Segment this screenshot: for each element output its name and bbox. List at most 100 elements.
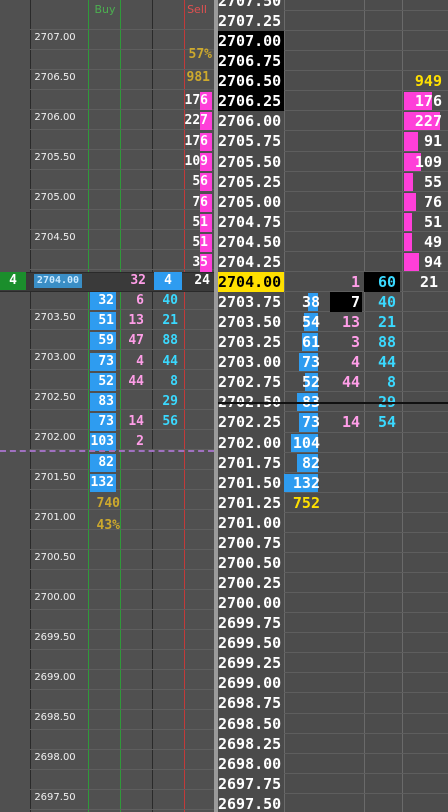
bid-size-cell: 40 [377,293,396,312]
ladder-price-cell[interactable]: 2699.50 [218,633,284,653]
ladder-price-cell[interactable]: 2698.25 [218,734,284,754]
grid-row-line [30,709,214,710]
bid-size-cell [364,453,396,473]
delta-cell [120,394,144,410]
ask-volume-cell[interactable]: 227 [404,111,442,131]
position-marker[interactable]: 4 [0,272,26,290]
buy-volume-cell: 59 [98,333,114,349]
ladder-row-line [284,732,448,734]
ladder-price-cell[interactable]: 2699.75 [218,613,284,633]
ask-volume-cell[interactable]: 49 [404,232,442,252]
price-axis-label: 2699.00 [34,672,76,683]
delta-cell: 14 [341,413,360,432]
price-axis-label: 2706.50 [34,72,76,83]
ladder-price-cell[interactable]: 2700.50 [218,553,284,573]
ask-volume-cell[interactable]: 76 [404,192,442,212]
ladder-price-cell[interactable]: 2705.50 [218,152,284,172]
ladder-price-cell[interactable]: 2705.25 [218,172,284,192]
ask-volume-cell[interactable]: 51 [404,212,442,232]
ask-volume-cell[interactable]: 949 [404,71,442,91]
delta-cell [120,455,144,471]
ask-volume-cell[interactable]: 91 [404,131,442,151]
ask-volume-cell[interactable]: 55 [404,172,442,192]
ladder-price-cell[interactable]: 2706.50 [218,71,284,91]
ladder-row-line [284,792,448,794]
bid-volume-cell: 29 [162,394,178,409]
ladder-row-line [284,10,448,12]
sell-volume-cell: 176 [184,93,208,108]
delta-cell: 44 [128,373,144,389]
price-axis-label: 2706.00 [34,112,76,123]
ladder-price-cell[interactable]: 2703.25 [218,332,284,352]
ladder-price-cell[interactable]: 2699.25 [218,653,284,673]
ladder-price-cell[interactable]: 2704.75 [218,212,284,232]
ladder-price-cell[interactable]: 2704.00 [218,272,284,292]
delta-cell: 13 [128,313,144,329]
ask-volume-cell[interactable]: 94 [404,252,442,272]
ladder-price-cell[interactable]: 2707.50 [218,0,284,11]
bid-volume-cell: 44 [162,353,178,369]
ladder-price-cell[interactable]: 2703.75 [218,292,284,312]
ladder-price-cell[interactable]: 2707.25 [218,11,284,31]
sell-volume-cell: 56 [192,174,208,190]
ladder-price-cell[interactable]: 2698.50 [218,714,284,734]
ladder-price-cell[interactable]: 2701.75 [218,453,284,473]
bid-volume-cell: 40 [162,293,178,308]
bid-volume-cell[interactable]: 132 [284,473,320,493]
grid-row-line [30,549,214,550]
buy-volume-cell: 51 [98,313,114,329]
bid-size-cell: 21 [377,313,396,332]
ladder-price-cell[interactable]: 2705.00 [218,192,284,212]
sell-volume-cell: 35 [192,255,208,271]
ladder-price-cell[interactable]: 2706.25 [218,91,284,111]
bid-volume-cell[interactable]: 752 [284,493,320,513]
delta-cell: 13 [341,313,360,332]
bid-volume-cell[interactable]: 73 [284,352,320,372]
ladder-price-cell[interactable]: 2698.75 [218,693,284,713]
current-bid-cell[interactable]: 60 [364,272,396,292]
ladder-price-cell[interactable]: 2703.50 [218,312,284,332]
ladder-price-cell[interactable]: 2697.75 [218,774,284,794]
bid-volume-cell[interactable]: 38 [284,292,320,312]
bid-volume-cell[interactable]: 54 [284,312,320,332]
ladder-price-cell[interactable]: 2701.00 [218,513,284,533]
buy-volume-cell: 73 [98,353,114,369]
ladder-price-cell[interactable]: 2703.00 [218,352,284,372]
bid-volume-cell[interactable]: 73 [284,412,320,432]
ladder-price-cell[interactable]: 2702.25 [218,412,284,432]
ask-volume-cell[interactable]: 176 [404,91,442,111]
ladder-price-cell[interactable]: 2702.00 [218,433,284,453]
ask-volume-cell[interactable]: 109 [404,152,442,172]
ladder-price-cell[interactable]: 2698.00 [218,754,284,774]
ladder-price-cell[interactable]: 2705.75 [218,131,284,151]
ladder-price-cell[interactable]: 2706.00 [218,111,284,131]
ladder-price-cell[interactable]: 2702.75 [218,372,284,392]
grid-row-line [30,629,214,630]
ladder-price-cell[interactable]: 2701.50 [218,473,284,493]
bid-at-price-cell: 32 [130,273,146,288]
bid-volume-cell[interactable]: 104 [284,433,320,453]
ladder-price-cell[interactable]: 2697.50 [218,794,284,812]
price-axis-label: 2701.00 [34,512,76,523]
ladder-price-cell[interactable]: 2699.00 [218,673,284,693]
delta-cell: 44 [341,373,360,392]
price-axis-label: 2703.50 [34,312,76,323]
bid-volume-cell[interactable]: 52 [284,372,320,392]
ladder-price-cell[interactable]: 2704.25 [218,252,284,272]
grid-row-line [30,509,214,510]
footprint-chart-panel[interactable]: Buy Sell 2707.00 2706.50 2706.00 2705.50 270… [0,0,214,812]
bid-volume-cell[interactable]: 82 [284,453,320,473]
sell-volume-cell: 76 [192,194,208,210]
price-ladder-panel[interactable]: 2707.50 2707.25 2707.00 2706.75 2706.50 2706.… [218,0,448,812]
ladder-price-cell[interactable]: 2706.75 [218,51,284,71]
ladder-price-cell[interactable]: 2700.75 [218,533,284,553]
price-axis-label: 2699.50 [34,632,76,643]
ladder-price-cell[interactable]: 2700.25 [218,573,284,593]
ladder-row-line [284,632,448,634]
ladder-price-cell[interactable]: 2700.00 [218,593,284,613]
buy-total-label: 740 [96,496,120,511]
ladder-price-cell[interactable]: 2704.50 [218,232,284,252]
bid-volume-cell[interactable]: 61 [284,332,320,352]
ladder-price-cell[interactable]: 2707.00 [218,31,284,51]
ladder-price-cell[interactable]: 2701.25 [218,493,284,513]
